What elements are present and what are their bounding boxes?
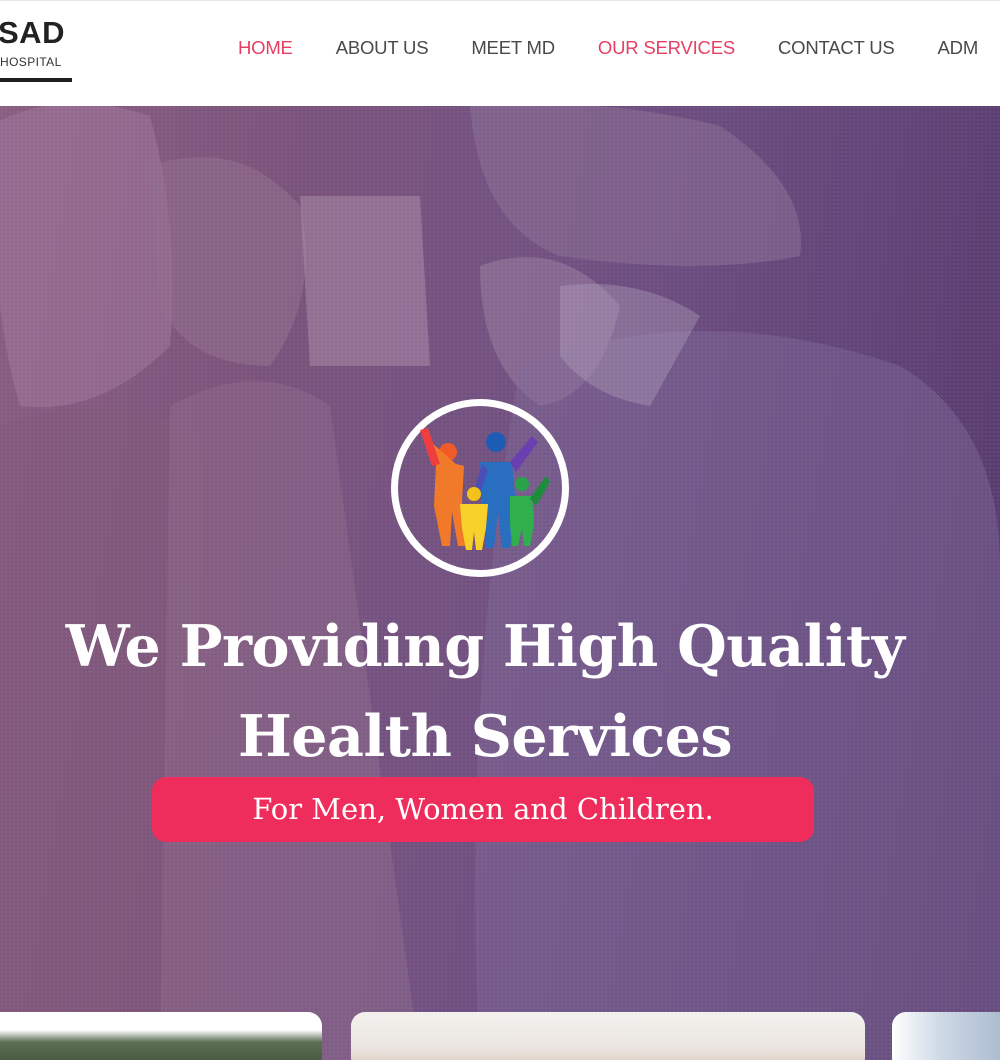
- family-figures-icon: [420, 428, 550, 550]
- hero-dot-overlay: [0, 106, 1000, 1060]
- nav-admin[interactable]: ADM: [938, 37, 979, 59]
- service-card-2[interactable]: [351, 1012, 865, 1060]
- logo-subtitle: HOSPITAL: [0, 55, 62, 69]
- nav-contact-us[interactable]: CONTACT US: [778, 37, 895, 59]
- site-header: SAD HOSPITAL HOME ABOUT US MEET MD OUR S…: [0, 0, 1000, 106]
- service-card-1[interactable]: [0, 1012, 322, 1060]
- nav-home[interactable]: HOME: [238, 37, 293, 59]
- hero-tagline-banner[interactable]: For Men, Women and Children.: [152, 777, 814, 842]
- main-nav: HOME ABOUT US MEET MD OUR SERVICES CONTA…: [238, 37, 1000, 59]
- nav-our-services[interactable]: OUR SERVICES: [598, 37, 735, 59]
- hero-headline: We Providing High Quality Health Service…: [65, 613, 905, 770]
- logo-underline: [0, 78, 72, 82]
- nav-about-us[interactable]: ABOUT US: [336, 37, 429, 59]
- family-logo-icon: [391, 399, 569, 577]
- service-card-3[interactable]: [892, 1012, 1000, 1060]
- nav-meet-md[interactable]: MEET MD: [471, 37, 555, 59]
- hospital-logo[interactable]: SAD HOSPITAL: [0, 15, 78, 85]
- logo-name: SAD: [0, 15, 65, 50]
- hero-banner: We Providing High Quality Health Service…: [0, 106, 1000, 1060]
